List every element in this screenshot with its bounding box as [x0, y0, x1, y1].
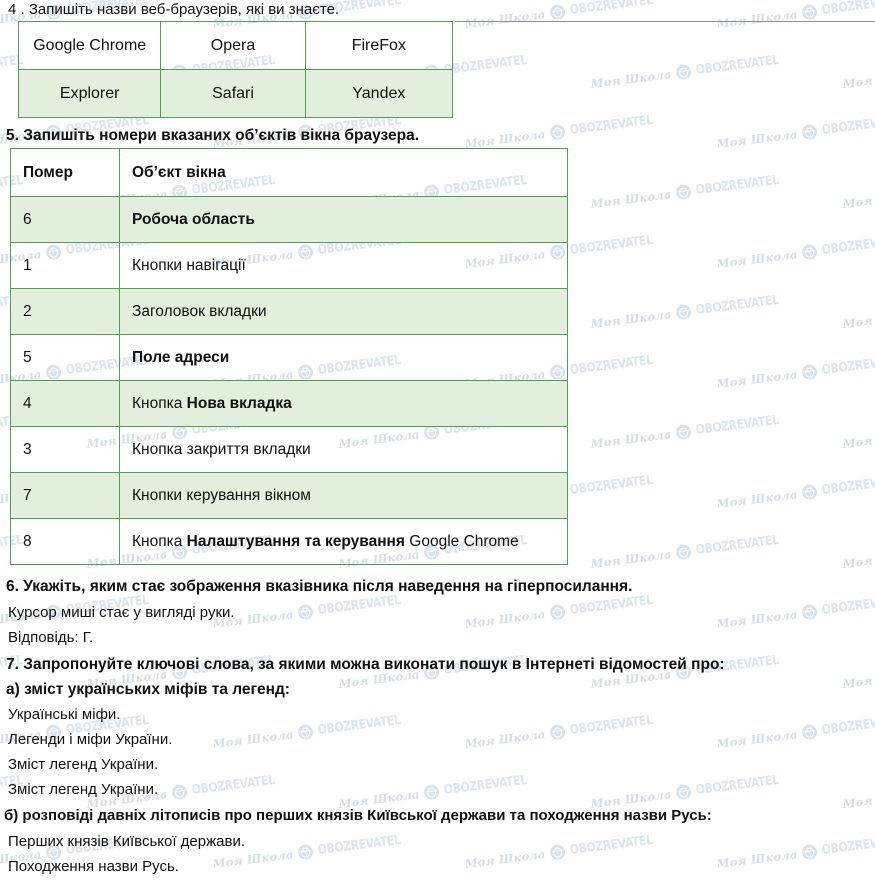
objects-table: Помер Об’єкт вікна 6 Робоча область 1 Кнопк…: [10, 148, 568, 565]
question-4-heading: 4 . Запишіть назви веб-браузерів, які ви…: [8, 1, 340, 18]
table-row: Google Chrome Opera FireFox: [17, 21, 454, 70]
question-7a-answer: Легенди і міфи України.: [8, 731, 173, 748]
question-7a-answer: Зміст легенд України.: [8, 756, 159, 773]
browser-cell: Google Chrome: [17, 21, 162, 70]
table-row: 4 Кнопка Нова вкладка: [10, 380, 568, 427]
table-header-row: Помер Об’єкт вікна: [10, 148, 568, 197]
browser-cell: Opera: [160, 21, 306, 70]
object-name-cell: Заголовок вкладки: [119, 288, 568, 335]
question-6-answer-line-2: Відповідь: Г.: [8, 629, 94, 646]
question-6-answer-line-1: Курсор миші стає у вигляді руки.: [8, 604, 235, 621]
question-7b-heading: б) розповіді давніх літописів про перших…: [4, 807, 712, 824]
object-number-cell: 2: [10, 288, 120, 335]
table-row: 1 Кнопки навігації: [10, 242, 568, 289]
page-content: 4 . Запишіть назви веб-браузерів, які ви…: [0, 0, 875, 881]
browser-cell: Safari: [160, 69, 306, 118]
object-name-cell: Кнопка Налаштування та керування Google …: [119, 518, 568, 565]
object-number-cell: 1: [10, 242, 120, 289]
question-7b-answer: Походження назви Русь.: [8, 858, 179, 875]
object-name-cell: Кнопки керування вікном: [119, 472, 568, 519]
object-number-cell: 6: [10, 196, 120, 243]
browser-cell: Explorer: [17, 69, 162, 118]
question-7a-heading: а) зміст українських міфів та легенд:: [6, 681, 290, 698]
table-row: 5 Поле адреси: [10, 334, 568, 381]
object-name-cell: Робоча область: [119, 196, 568, 243]
object-number-cell: 3: [10, 426, 120, 473]
question-7a-answer: Українські міфи.: [8, 706, 121, 723]
table-row: 6 Робоча область: [10, 196, 568, 243]
object-name-cell: Кнопки навігації: [119, 242, 568, 289]
table-row: Explorer Safari Yandex: [17, 69, 454, 118]
browser-cell: Yandex: [304, 69, 454, 118]
table-row: 7 Кнопки керування вікном: [10, 472, 568, 519]
column-header-object: Об’єкт вікна: [119, 148, 568, 197]
table-row: 3 Кнопка закриття вкладки: [10, 426, 568, 473]
question-7-heading: 7. Запропонуйте ключові слова, за якими …: [6, 656, 725, 673]
object-name-cell: Кнопка Нова вкладка: [119, 380, 568, 427]
object-number-cell: 7: [10, 472, 120, 519]
object-name-cell: Кнопка закриття вкладки: [119, 426, 568, 473]
column-header-number: Помер: [10, 148, 120, 197]
object-number-cell: 5: [10, 334, 120, 381]
browsers-table: Google Chrome Opera FireFox Explorer Saf…: [17, 21, 454, 118]
object-name-cell: Поле адреси: [119, 334, 568, 381]
table-row: 8 Кнопка Налаштування та керування Google…: [10, 518, 568, 565]
object-number-cell: 8: [10, 518, 120, 565]
question-7a-answer: Зміст легенд України.: [8, 781, 159, 798]
question-6-heading: 6. Укажіть, яким стає зображення вказівн…: [6, 578, 633, 595]
browser-cell: FireFox: [304, 21, 454, 70]
question-7b-answer: Перших князів Київської держави.: [8, 833, 245, 850]
object-number-cell: 4: [10, 380, 120, 427]
question-5-heading: 5. Запишіть номери вказаних об’єктів вік…: [6, 127, 420, 144]
header-rule: [455, 21, 875, 22]
table-row: 2 Заголовок вкладки: [10, 288, 568, 335]
